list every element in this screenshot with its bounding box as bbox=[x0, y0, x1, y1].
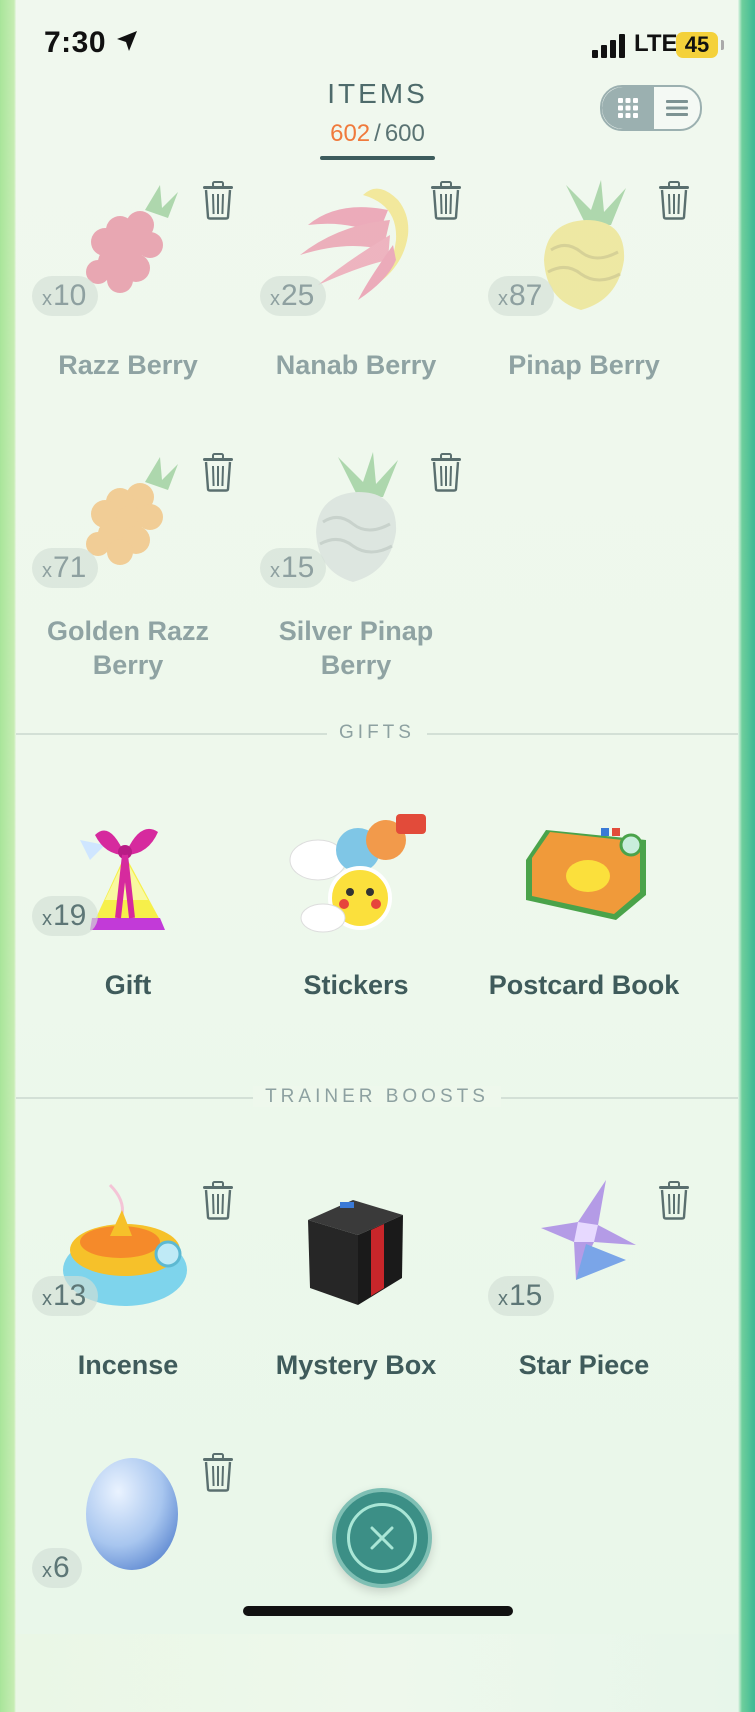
location-arrow-icon bbox=[117, 31, 137, 51]
section-label: GIFTS bbox=[16, 722, 738, 744]
title-underline bbox=[320, 156, 435, 160]
quantity-badge: x15 bbox=[260, 548, 327, 588]
trash-icon bbox=[656, 1180, 692, 1220]
item-razz-berry[interactable]: x10 Razz Berry bbox=[14, 180, 242, 440]
mystery-box-icon bbox=[308, 1200, 403, 1305]
trash-button[interactable] bbox=[200, 452, 236, 492]
item-name: Stickers bbox=[303, 970, 409, 1000]
grid-view-button[interactable] bbox=[602, 87, 654, 129]
list-icon bbox=[666, 100, 688, 116]
home-indicator[interactable] bbox=[243, 1606, 513, 1616]
item-name: Silver Pinap Berry bbox=[278, 616, 434, 680]
item-name: Incense bbox=[77, 1350, 179, 1380]
item-golden-razz-berry[interactable]: x71 Golden Razz Berry bbox=[14, 452, 242, 712]
item-count-separator: / bbox=[374, 120, 381, 147]
item-silver-pinap-berry[interactable]: x15 Silver Pinap Berry bbox=[242, 452, 470, 712]
quantity-badge: x25 bbox=[260, 276, 327, 316]
item-pinap-berry[interactable]: x87 Pinap Berry bbox=[470, 180, 698, 440]
close-button[interactable] bbox=[332, 1488, 432, 1588]
trash-button[interactable] bbox=[200, 1180, 236, 1220]
close-button-ring bbox=[347, 1503, 417, 1573]
quantity-badge: x87 bbox=[488, 276, 555, 316]
item-mystery-box[interactable]: Mystery Box bbox=[242, 1180, 470, 1440]
item-egg[interactable]: x6 bbox=[14, 1452, 242, 1712]
item-star-piece[interactable]: x15 Star Piece bbox=[470, 1180, 698, 1440]
trash-button[interactable] bbox=[428, 452, 464, 492]
status-time: 7:30 bbox=[44, 26, 107, 59]
view-toggle[interactable] bbox=[600, 85, 702, 131]
quantity-badge: x10 bbox=[32, 276, 99, 316]
grid-icon bbox=[618, 98, 638, 118]
trash-icon bbox=[200, 1452, 236, 1492]
trash-button[interactable] bbox=[656, 180, 692, 220]
close-icon bbox=[370, 1526, 394, 1550]
item-nanab-berry[interactable]: x25 Nanab Berry bbox=[242, 180, 470, 440]
stickers-icon bbox=[289, 814, 426, 933]
quantity-badge: x6 bbox=[32, 1548, 82, 1588]
item-name: Gift bbox=[104, 970, 152, 1000]
trash-icon bbox=[200, 452, 236, 492]
item-name: Pinap Berry bbox=[508, 350, 660, 380]
trash-icon bbox=[656, 180, 692, 220]
item-name: Mystery Box bbox=[275, 1350, 437, 1380]
trash-button[interactable] bbox=[200, 180, 236, 220]
trash-button[interactable] bbox=[656, 1180, 692, 1220]
trash-icon bbox=[428, 452, 464, 492]
battery-nub bbox=[721, 40, 724, 50]
postcard-book-icon bbox=[526, 828, 646, 920]
trash-icon bbox=[200, 1180, 236, 1220]
item-name: Nanab Berry bbox=[275, 350, 437, 380]
item-count-max: 600 bbox=[384, 120, 425, 147]
quantity-badge: x13 bbox=[32, 1276, 99, 1316]
list-view-button[interactable] bbox=[654, 87, 700, 129]
item-name: Star Piece bbox=[518, 1350, 650, 1380]
trash-icon bbox=[200, 180, 236, 220]
item-name: Golden Razz Berry bbox=[46, 616, 209, 680]
cellular-signal-icon bbox=[592, 34, 628, 58]
item-incense[interactable]: x13 Incense bbox=[14, 1180, 242, 1440]
battery-icon: 45 bbox=[676, 32, 718, 58]
item-gift[interactable]: x19 Gift bbox=[14, 800, 242, 1060]
section-label: TRAINER BOOSTS bbox=[16, 1086, 738, 1108]
network-type: LTE bbox=[634, 30, 678, 57]
item-name: Postcard Book bbox=[488, 970, 680, 1000]
trash-button[interactable] bbox=[428, 180, 464, 220]
item-stickers[interactable]: Stickers bbox=[242, 800, 470, 1060]
trainer-boosts-section-header: TRAINER BOOSTS bbox=[16, 1086, 738, 1110]
item-postcard-book[interactable]: Postcard Book bbox=[470, 800, 698, 1060]
item-count-current: 602 bbox=[330, 120, 371, 147]
trash-icon bbox=[428, 180, 464, 220]
quantity-badge: x19 bbox=[32, 896, 99, 936]
quantity-badge: x71 bbox=[32, 548, 99, 588]
trash-button[interactable] bbox=[200, 1452, 236, 1492]
quantity-badge: x15 bbox=[488, 1276, 555, 1316]
gifts-section-header: GIFTS bbox=[16, 722, 738, 746]
item-name: Razz Berry bbox=[58, 350, 198, 380]
